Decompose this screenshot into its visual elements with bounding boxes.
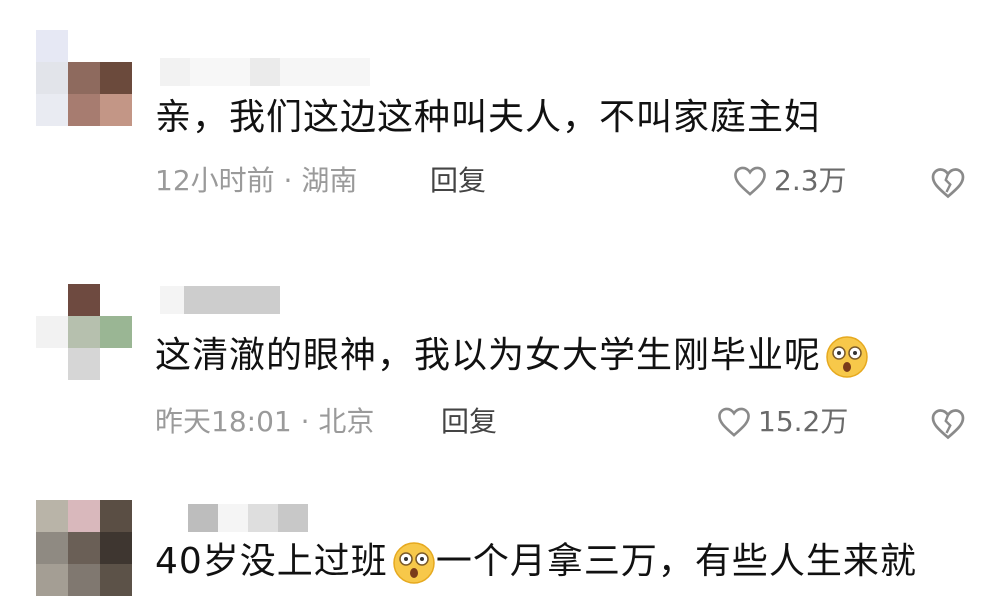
- reply-button[interactable]: 回复: [430, 163, 486, 199]
- surprised-emoji-icon: [393, 542, 435, 584]
- like-count: 15.2万: [758, 405, 849, 438]
- like-button[interactable]: 15.2万: [716, 404, 848, 440]
- broken-heart-icon[interactable]: [930, 165, 966, 201]
- comment-meta: 12小时前 · 湖南: [155, 164, 358, 197]
- comment-text: 这清澈的眼神，我以为女大学生刚毕业呢: [155, 334, 869, 379]
- like-count: 2.3万: [774, 164, 847, 197]
- comment-text: 40岁没上过班 一个月拿三万，有些人生来就: [155, 540, 917, 585]
- username-blurred[interactable]: [160, 286, 280, 314]
- comment-text: 亲，我们这边这种叫夫人，不叫家庭主妇: [155, 97, 822, 138]
- like-button[interactable]: 2.3万: [732, 163, 847, 199]
- broken-heart-icon[interactable]: [930, 406, 966, 442]
- reply-button[interactable]: 回复: [441, 404, 497, 440]
- avatar[interactable]: [36, 30, 132, 126]
- username-blurred[interactable]: [160, 504, 308, 532]
- comment-meta: 昨天18:01 · 北京: [155, 405, 375, 438]
- heart-icon: [718, 407, 750, 437]
- username-blurred[interactable]: [160, 58, 370, 86]
- avatar[interactable]: [36, 500, 132, 596]
- heart-icon: [734, 166, 766, 196]
- surprised-emoji-icon: [826, 336, 868, 378]
- avatar[interactable]: [36, 284, 132, 380]
